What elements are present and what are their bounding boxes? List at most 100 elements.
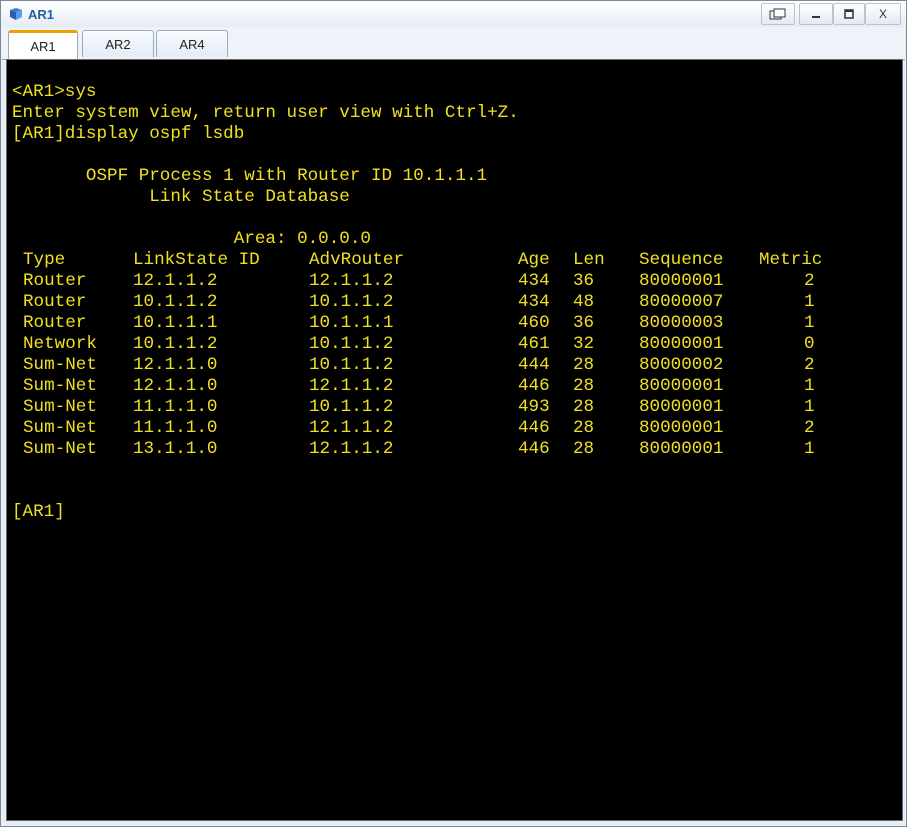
cell-type: Network xyxy=(23,334,97,354)
cell-type: Sum-Net xyxy=(23,376,97,396)
title-bar[interactable]: AR1 X xyxy=(1,1,906,27)
cell-type: Router xyxy=(23,271,87,291)
tab-ar1[interactable]: AR1 xyxy=(8,30,78,59)
tab-ar4[interactable]: AR4 xyxy=(156,30,228,57)
cell-sequence: 80000001 xyxy=(639,334,724,354)
cell-advrouter: 10.1.1.2 xyxy=(309,292,394,312)
cell-linkstate-id: 11.1.1.0 xyxy=(133,418,218,438)
table-row: Network 10.1.1.2 10.1.1.2 461 32 80000001 0 xyxy=(12,334,892,355)
header-age: Age xyxy=(518,250,550,270)
tab-ar2[interactable]: AR2 xyxy=(82,30,154,57)
window-title: AR1 xyxy=(28,7,55,22)
cell-metric: 1 xyxy=(804,313,815,333)
cell-sequence: 80000001 xyxy=(639,271,724,291)
cell-sequence: 80000007 xyxy=(639,292,724,312)
cell-metric: 2 xyxy=(804,271,815,291)
maximize-icon xyxy=(844,9,854,19)
terminal-line: <AR1>sys xyxy=(12,82,97,102)
router-console-icon xyxy=(10,8,22,20)
header-metric: Metric xyxy=(759,250,823,270)
cell-linkstate-id: 12.1.1.0 xyxy=(133,355,218,375)
terminal-line: OSPF Process 1 with Router ID 10.1.1.1 xyxy=(12,166,488,186)
cell-type: Sum-Net xyxy=(23,418,97,438)
cell-advrouter: 12.1.1.2 xyxy=(309,271,394,291)
cell-age: 493 xyxy=(518,397,550,417)
minimize-icon xyxy=(812,16,820,18)
console-window: AR1 X AR1 AR2 AR4 <AR1>sys Enter system … xyxy=(0,0,907,827)
cell-linkstate-id: 12.1.1.2 xyxy=(133,271,218,291)
table-row: Sum-Net 12.1.1.0 12.1.1.2 446 28 80000001 1 xyxy=(12,376,892,397)
cell-len: 48 xyxy=(573,292,595,312)
cell-metric: 1 xyxy=(804,292,815,312)
cell-age: 461 xyxy=(518,334,550,354)
table-row: Sum-Net 12.1.1.0 10.1.1.2 444 28 80000002 2 xyxy=(12,355,892,376)
header-advrouter: AdvRouter xyxy=(309,250,405,270)
cell-age: 446 xyxy=(518,439,550,459)
cell-metric: 2 xyxy=(804,418,815,438)
maximize-button[interactable] xyxy=(833,3,865,25)
header-len: Len xyxy=(573,250,605,270)
cell-metric: 1 xyxy=(804,439,815,459)
cell-age: 446 xyxy=(518,376,550,396)
cell-linkstate-id: 11.1.1.0 xyxy=(133,397,218,417)
cell-len: 36 xyxy=(573,271,595,291)
cell-sequence: 80000001 xyxy=(639,397,724,417)
cell-linkstate-id: 10.1.1.2 xyxy=(133,334,218,354)
header-type: Type xyxy=(23,250,66,270)
close-icon: X xyxy=(878,7,887,21)
cell-metric: 1 xyxy=(804,376,815,396)
cell-type: Router xyxy=(23,292,87,312)
cell-len: 36 xyxy=(573,313,595,333)
table-row: Router 10.1.1.1 10.1.1.1 460 36 80000003 1 xyxy=(12,313,892,334)
cell-len: 28 xyxy=(573,355,595,375)
tab-bar: AR1 AR2 AR4 xyxy=(2,27,905,60)
lsdb-table: Type LinkState ID AdvRouter Age Len Sequ… xyxy=(12,250,892,460)
cell-advrouter: 10.1.1.2 xyxy=(309,334,394,354)
cell-metric: 1 xyxy=(804,397,815,417)
cell-metric: 2 xyxy=(804,355,815,375)
header-linkstate-id: LinkState ID xyxy=(133,250,260,270)
restore-button[interactable] xyxy=(761,3,795,25)
cell-linkstate-id: 10.1.1.2 xyxy=(133,292,218,312)
tab-label: AR4 xyxy=(179,36,205,52)
cell-advrouter: 10.1.1.2 xyxy=(309,397,394,417)
terminal-line: Link State Database xyxy=(12,187,350,207)
table-row: Router 10.1.1.2 10.1.1.2 434 48 80000007 1 xyxy=(12,292,892,313)
table-header-row: Type LinkState ID AdvRouter Age Len Sequ… xyxy=(12,250,892,271)
cell-advrouter: 10.1.1.1 xyxy=(309,313,394,333)
cell-metric: 0 xyxy=(804,334,815,354)
cell-type: Sum-Net xyxy=(23,397,97,417)
command-prompt[interactable]: [AR1] xyxy=(12,502,65,523)
cell-len: 28 xyxy=(573,397,595,417)
terminal-line: Enter system view, return user view with… xyxy=(12,103,519,123)
terminal-output[interactable]: <AR1>sys Enter system view, return user … xyxy=(6,59,903,821)
cell-sequence: 80000002 xyxy=(639,355,724,375)
cell-type: Sum-Net xyxy=(23,439,97,459)
cell-advrouter: 10.1.1.2 xyxy=(309,355,394,375)
cell-advrouter: 12.1.1.2 xyxy=(309,439,394,459)
cell-len: 28 xyxy=(573,376,595,396)
cell-sequence: 80000001 xyxy=(639,376,724,396)
cell-age: 446 xyxy=(518,418,550,438)
tab-label: AR1 xyxy=(30,38,56,54)
cell-age: 434 xyxy=(518,271,550,291)
cell-age: 460 xyxy=(518,313,550,333)
cell-sequence: 80000001 xyxy=(639,439,724,459)
cell-len: 28 xyxy=(573,439,595,459)
table-row: Sum-Net 13.1.1.0 12.1.1.2 446 28 80000001 1 xyxy=(12,439,892,460)
cell-len: 28 xyxy=(573,418,595,438)
terminal-line: Area: 0.0.0.0 xyxy=(12,229,371,249)
cell-age: 434 xyxy=(518,292,550,312)
cell-advrouter: 12.1.1.2 xyxy=(309,418,394,438)
cell-advrouter: 12.1.1.2 xyxy=(309,376,394,396)
restore-icon xyxy=(769,8,786,20)
close-button[interactable]: X xyxy=(865,3,901,25)
minimize-button[interactable] xyxy=(799,3,833,25)
cell-len: 32 xyxy=(573,334,595,354)
table-row: Sum-Net 11.1.1.0 10.1.1.2 493 28 80000001 1 xyxy=(12,397,892,418)
table-row: Sum-Net 11.1.1.0 12.1.1.2 446 28 80000001 2 xyxy=(12,418,892,439)
cell-type: Sum-Net xyxy=(23,355,97,375)
header-sequence: Sequence xyxy=(639,250,724,270)
cell-sequence: 80000001 xyxy=(639,418,724,438)
cell-type: Router xyxy=(23,313,87,333)
